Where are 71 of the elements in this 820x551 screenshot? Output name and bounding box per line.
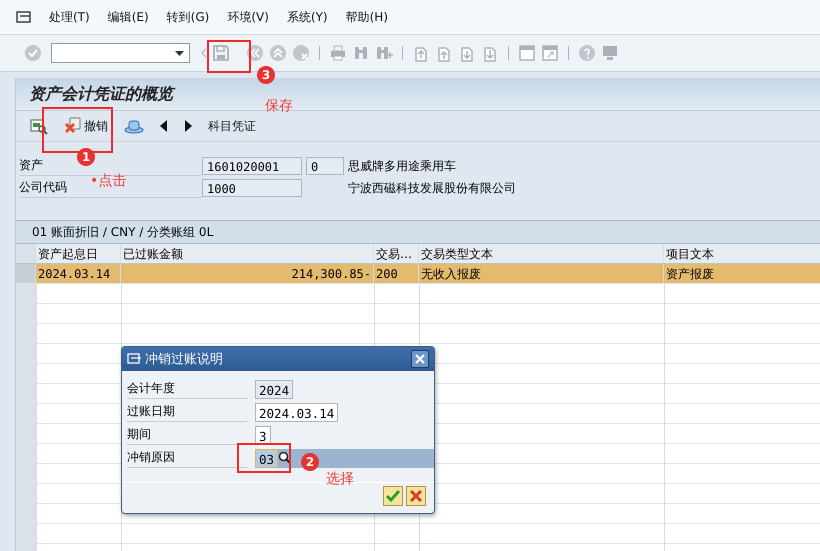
print-icon[interactable]	[329, 44, 347, 62]
cancel-button[interactable]	[406, 486, 426, 506]
column-selector[interactable]	[16, 244, 36, 264]
annotation-note: 保存	[265, 97, 293, 115]
value-field[interactable]: 0	[306, 157, 344, 175]
field-description: 思威牌多用途乘用车	[348, 158, 457, 174]
window-icon	[127, 353, 141, 365]
table-title: 01 账面折旧 / CNY / 分类账组 0L	[16, 221, 820, 244]
value-field[interactable]: 1000	[202, 179, 302, 197]
table-cell: 2024.03.14	[36, 264, 121, 284]
dialog-title: 冲销过账说明	[145, 351, 223, 368]
check-icon[interactable]	[24, 44, 42, 62]
left-triangle-icon	[160, 120, 168, 132]
monitor-icon[interactable]	[601, 44, 619, 62]
field-description: 宁波西磁科技发展股份有限公司	[348, 180, 517, 196]
column-header[interactable]: 资产起息日	[36, 244, 121, 264]
reverse-button[interactable]: 撤销	[60, 114, 112, 138]
table-cell: 214,300.85-	[121, 264, 374, 284]
input-field[interactable]: 3	[255, 426, 271, 444]
account-document-button[interactable]: 科目凭证	[204, 114, 260, 138]
help-icon[interactable]	[578, 44, 596, 62]
dropdown-caret-icon	[175, 50, 184, 56]
field-label: 过账日期	[127, 402, 247, 422]
chevron-icon[interactable]	[201, 48, 207, 58]
column-header[interactable]: 交易类型文本	[419, 244, 664, 264]
new-window-icon[interactable]	[518, 44, 536, 62]
command-field[interactable]	[51, 43, 190, 63]
table-cell: 200	[374, 264, 419, 284]
menu-item[interactable]: 转到(G)	[158, 8, 218, 26]
column-header[interactable]: 已过账金额	[121, 244, 374, 264]
column-header[interactable]: 项目文本	[664, 244, 820, 264]
field-label: 期间	[127, 425, 247, 445]
menu-item[interactable]: 编辑(E)	[98, 8, 158, 26]
screen-title: 资产会计凭证的概览	[29, 84, 173, 104]
binoculars-plus-icon[interactable]	[375, 44, 393, 62]
menu-item[interactable]: 系统(Y)	[278, 8, 337, 26]
right-triangle-icon	[184, 120, 192, 132]
step-badge: 1	[77, 148, 95, 166]
binoculars-icon[interactable]	[352, 44, 370, 62]
menu-item[interactable]: 帮助(H)	[336, 8, 397, 26]
highlight-box	[42, 107, 113, 153]
back-icon[interactable]	[246, 44, 264, 62]
highlight-box	[237, 443, 291, 473]
shortcut-icon[interactable]	[541, 44, 559, 62]
annotation-note: •点击	[90, 172, 126, 190]
close-icon	[415, 354, 425, 364]
cancel-icon[interactable]	[292, 44, 310, 62]
cross-icon	[410, 490, 422, 502]
highlight-box	[207, 40, 251, 73]
input-field[interactable]: 2024.03.14	[255, 402, 338, 422]
value-field: 2024	[255, 380, 294, 398]
field-label: 冲销原因	[127, 448, 247, 468]
value-field[interactable]: 1601020001	[202, 157, 302, 175]
confirm-button[interactable]	[383, 486, 403, 506]
table-cell: 无收入报废	[419, 264, 664, 284]
column-header[interactable]: 交易…	[374, 244, 419, 264]
document-magnifier-icon	[30, 117, 48, 135]
close-button[interactable]	[411, 350, 429, 368]
up-icon[interactable]	[269, 44, 287, 62]
save-icon[interactable]	[212, 44, 230, 62]
menu-icon[interactable]	[16, 10, 32, 24]
menu-item[interactable]: 环境(V)	[218, 8, 278, 26]
annotation-note: 选择	[326, 470, 354, 488]
menu-item[interactable]: 处理(T)	[40, 8, 99, 26]
cross-document-icon	[64, 117, 82, 135]
table-cell: 资产报废	[664, 264, 820, 284]
check-icon	[386, 490, 400, 502]
input-field[interactable]: 03	[255, 448, 278, 468]
field-label: 会计年度	[127, 379, 247, 399]
row-selector[interactable]	[16, 264, 36, 284]
hat-icon	[124, 118, 144, 134]
